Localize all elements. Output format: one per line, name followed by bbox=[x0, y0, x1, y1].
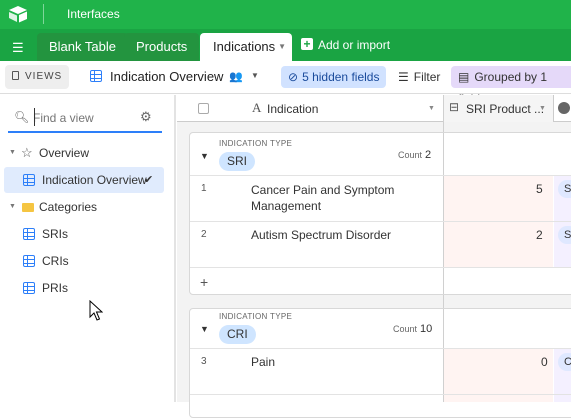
grid-view-icon bbox=[90, 70, 102, 82]
header-divider bbox=[43, 4, 44, 24]
linked-record-chip[interactable]: S bbox=[558, 226, 571, 244]
hidden-fields-button[interactable]: ⊘ 5 hidden fields bbox=[281, 66, 387, 88]
tab-label: Indications bbox=[213, 39, 276, 54]
sidebar-icon bbox=[12, 71, 19, 80]
sri-count-cell[interactable]: 0 bbox=[541, 355, 548, 369]
select-all-checkbox[interactable] bbox=[198, 103, 209, 114]
row-divider bbox=[190, 267, 571, 268]
row-number: 3 bbox=[201, 356, 207, 367]
view-label: CRIs bbox=[42, 254, 69, 268]
mouse-cursor-icon bbox=[89, 300, 103, 321]
chevron-down-icon: ▼ bbox=[9, 203, 16, 210]
indication-cell[interactable]: Pain bbox=[251, 355, 275, 369]
sidebar-item-sris[interactable]: SRIs bbox=[0, 221, 176, 247]
group-count: 10 bbox=[420, 323, 433, 335]
group-field-label: INDICATION TYPE bbox=[219, 139, 293, 148]
group-icon: ▤ bbox=[458, 70, 470, 84]
people-icon: 👥 bbox=[229, 71, 243, 83]
view-label: SRIs bbox=[42, 227, 69, 241]
views-toggle-button[interactable]: VIEWS bbox=[5, 65, 70, 89]
lookup-icon: ⊟ bbox=[449, 100, 460, 114]
filter-label: Filter bbox=[413, 70, 441, 84]
logo-icon[interactable] bbox=[8, 5, 28, 23]
grid-view-icon bbox=[23, 255, 35, 267]
sidebar-item-indication-overview[interactable]: Indication Overview ✔ bbox=[4, 167, 164, 193]
table-row[interactable] bbox=[190, 349, 571, 394]
view-label: PRIs bbox=[42, 281, 69, 295]
sri-count-cell[interactable]: 5 bbox=[536, 182, 543, 196]
view-name[interactable]: Indication Overview bbox=[110, 69, 223, 84]
row-divider bbox=[190, 394, 571, 395]
checkmark-icon: ✔ bbox=[144, 174, 154, 186]
menu-icon[interactable]: ☰ bbox=[12, 40, 24, 56]
section-label: Overview bbox=[39, 146, 90, 160]
grid-view-icon bbox=[23, 228, 35, 240]
sidebar-item-cris[interactable]: CRIs bbox=[0, 248, 176, 274]
filter-button[interactable]: ☰ Filter bbox=[391, 66, 447, 88]
section-overview[interactable]: ▼ ☆ Overview bbox=[0, 140, 176, 166]
add-row-button[interactable]: + bbox=[200, 274, 208, 290]
folder-icon bbox=[22, 203, 34, 212]
chevron-down-icon[interactable]: ▼ bbox=[539, 105, 546, 112]
grid-view-icon bbox=[23, 282, 35, 294]
plus-icon: + bbox=[301, 38, 313, 50]
indication-cell[interactable]: Cancer Pain and Symptom Management bbox=[251, 182, 431, 214]
column-header-sri-label: SRI Product ... bbox=[466, 102, 545, 116]
column-divider bbox=[553, 95, 554, 122]
group-count-label: Count bbox=[393, 324, 418, 334]
view-label: Indication Overview bbox=[42, 173, 147, 187]
group-count: 2 bbox=[425, 149, 432, 161]
star-icon: ☆ bbox=[21, 145, 33, 160]
group-collapse-icon[interactable]: ▼ bbox=[200, 324, 209, 334]
chevron-down-icon[interactable]: ▼ bbox=[428, 105, 435, 112]
group-field-label: INDICATION TYPE bbox=[219, 312, 293, 321]
tab-indications[interactable]: Indications ▼ bbox=[200, 33, 292, 61]
section-label: Categories bbox=[39, 200, 98, 214]
row-number: 2 bbox=[201, 229, 207, 240]
group-value-badge: CRI bbox=[219, 325, 256, 344]
gear-icon[interactable]: ⚙ bbox=[140, 109, 152, 125]
grid-view-icon bbox=[23, 174, 35, 186]
chevron-down-icon[interactable]: ▼ bbox=[278, 33, 286, 61]
column-header-indication[interactable]: Indication bbox=[267, 102, 318, 116]
row-number: 1 bbox=[201, 183, 207, 194]
eye-off-icon: ⊘ bbox=[288, 70, 299, 84]
status-icon bbox=[558, 102, 570, 114]
linked-record-chip[interactable]: C bbox=[558, 353, 571, 371]
tab-blank-table[interactable]: Blank Table bbox=[37, 33, 128, 61]
group-button[interactable]: ▤Grouped by 1 field bbox=[451, 66, 571, 106]
linked-record-chip[interactable]: S bbox=[558, 180, 571, 198]
section-categories[interactable]: ▼ Categories bbox=[0, 194, 176, 220]
search-icon: 🔍︎ bbox=[14, 110, 30, 124]
chevron-down-icon[interactable]: ▼ bbox=[251, 71, 259, 80]
indication-cell[interactable]: Autism Spectrum Disorder bbox=[251, 228, 391, 242]
tab-products[interactable]: Products bbox=[124, 33, 200, 61]
app-title[interactable]: Interfaces bbox=[67, 7, 120, 21]
sidebar-item-pris[interactable]: PRIs bbox=[0, 275, 176, 301]
tab-label: Blank Table bbox=[49, 39, 116, 54]
tab-label: Products bbox=[136, 39, 188, 54]
filter-icon: ☰ bbox=[398, 70, 409, 84]
group-value-badge: SRI bbox=[219, 152, 256, 171]
group-collapse-icon[interactable]: ▼ bbox=[200, 151, 209, 161]
group-count-label: Count bbox=[398, 150, 423, 160]
search-underline bbox=[8, 131, 162, 133]
sri-count-cell[interactable]: 2 bbox=[536, 228, 543, 242]
text-cursor bbox=[34, 108, 35, 126]
find-view-input[interactable] bbox=[33, 109, 133, 127]
app-header: Interfaces bbox=[0, 0, 571, 29]
add-or-import-button[interactable]: Add or import bbox=[318, 38, 390, 52]
chevron-down-icon: ▼ bbox=[9, 149, 16, 156]
text-field-icon: A bbox=[252, 100, 262, 115]
hidden-fields-label: 5 hidden fields bbox=[302, 70, 380, 84]
views-label: VIEWS bbox=[25, 71, 63, 82]
